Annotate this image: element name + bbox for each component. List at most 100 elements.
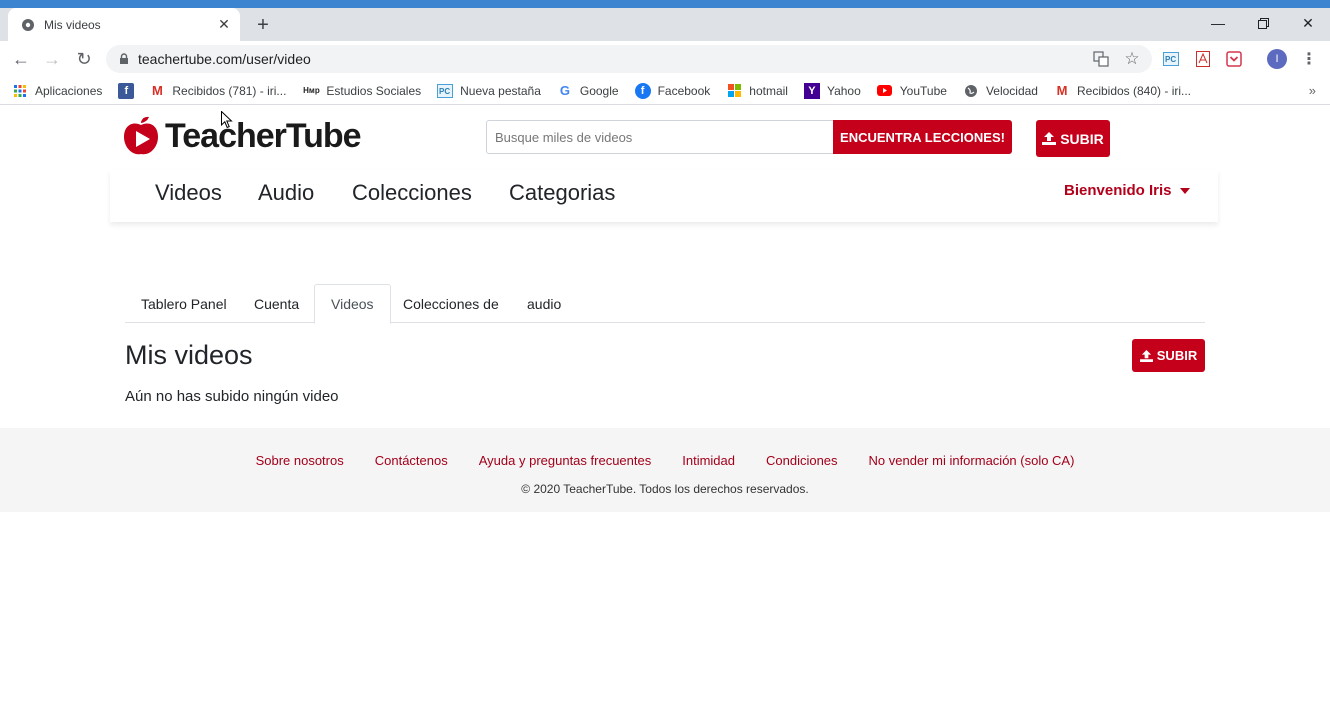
hmp-icon: Hмр [303, 86, 320, 95]
tab-tablero-panel[interactable]: Tablero Panel [125, 284, 243, 323]
empty-state-message: Aún no has subido ningún video [125, 388, 339, 405]
facebook-icon: f [118, 82, 135, 99]
address-bar[interactable]: teachertube.com/user/video [106, 45, 1152, 73]
pc-icon: PC [437, 83, 454, 99]
teachertube-logo[interactable]: TeacherTube [123, 116, 362, 156]
translate-icon[interactable] [1091, 49, 1111, 69]
footer-link-terms[interactable]: Condiciones [766, 453, 838, 468]
upload-label: SUBIR [1156, 348, 1198, 363]
bookmark-nueva-pestana[interactable]: PC Nueva pestaña [437, 83, 541, 99]
upload-label: SUBIR [1060, 130, 1104, 147]
bookmark-gmail-1[interactable]: M Recibidos (781) - iri... [149, 83, 286, 99]
footer-link-about[interactable]: Sobre nosotros [256, 453, 344, 468]
bookmark-label: Facebook [657, 83, 711, 98]
caret-down-icon [1179, 187, 1190, 194]
tab-title: Mis videos [44, 17, 101, 32]
nav-videos[interactable]: Videos [155, 180, 222, 206]
svg-text:PC: PC [439, 87, 450, 96]
bookmark-label: YouTube [899, 83, 947, 98]
upload-button[interactable]: SUBIR [1132, 339, 1205, 372]
footer: Sobre nosotros Contáctenos Ayuda y pregu… [0, 428, 1330, 512]
forward-arrow-icon[interactable]: → [39, 46, 65, 72]
bookmark-label: Yahoo [826, 83, 861, 98]
user-menu-dropdown[interactable]: Bienvenido Iris [1064, 182, 1190, 199]
bookmark-hotmail[interactable]: hotmail [726, 83, 788, 99]
page-title: Mis videos [125, 340, 253, 370]
globe-favicon-icon [20, 17, 36, 33]
main-navigation: Videos Audio Colecciones Categorias Bien… [110, 170, 1218, 222]
upload-button-header[interactable]: SUBIR [1036, 120, 1110, 157]
tab-cuenta[interactable]: Cuenta [238, 284, 315, 323]
windows-icon [726, 83, 742, 99]
tab-colecciones[interactable]: Colecciones de [387, 284, 515, 323]
bookmark-label: Aplicaciones [35, 83, 103, 98]
upload-icon [1139, 349, 1153, 362]
bookmark-apps[interactable]: Aplicaciones [12, 83, 102, 99]
lock-icon [120, 53, 128, 64]
bookmark-label: Nueva pestaña [460, 83, 541, 98]
new-tab-icon[interactable]: + [252, 14, 274, 36]
tab-close-icon[interactable]: ✕ [216, 16, 232, 33]
welcome-text: Bienvenido Iris [1064, 182, 1172, 199]
nav-categorias[interactable]: Categorias [509, 180, 615, 206]
footer-link-contact[interactable]: Contáctenos [375, 453, 448, 468]
page-content: TeacherTube ENCUENTRA LECCIONES! SUBIR V… [0, 106, 1330, 720]
bookmark-label: hotmail [749, 83, 788, 98]
back-arrow-icon[interactable]: ← [8, 46, 34, 72]
bookmark-yahoo[interactable]: Y Yahoo [803, 82, 861, 99]
account-tabs: Tablero Panel Cuenta Videos Colecciones … [125, 284, 1205, 324]
bookmark-star-icon[interactable]: ☆ [1122, 49, 1142, 69]
globe-icon [963, 83, 979, 99]
svg-text:PC: PC [1165, 55, 1176, 64]
tab-strip: Mis videos ✕ + — ✕ [0, 8, 1330, 41]
upload-icon [1042, 132, 1057, 145]
youtube-icon [877, 83, 893, 99]
logo-wordmark: TeacherTube [165, 117, 362, 155]
reload-icon[interactable]: ↻ [71, 46, 97, 72]
profile-avatar[interactable]: I [1267, 49, 1287, 69]
bookmark-velocidad[interactable]: Velocidad [963, 83, 1038, 99]
bookmark-facebook-short[interactable]: f [118, 82, 135, 99]
nav-audio[interactable]: Audio [258, 180, 314, 206]
tab-videos[interactable]: Videos [314, 284, 391, 324]
restore-icon[interactable] [1241, 8, 1285, 38]
close-window-icon[interactable]: ✕ [1286, 8, 1330, 38]
browser-tab[interactable]: Mis videos ✕ [8, 8, 240, 41]
bookmark-gmail-2[interactable]: M Recibidos (840) - iri... [1054, 83, 1191, 99]
bookmark-label: Estudios Sociales [326, 83, 422, 98]
yahoo-icon: Y [803, 82, 820, 99]
minimize-icon[interactable]: — [1196, 8, 1240, 38]
find-lessons-button[interactable]: ENCUENTRA LECCIONES! [833, 120, 1012, 154]
pdf-extension-icon[interactable] [1193, 49, 1213, 69]
profile-initial: I [1275, 53, 1279, 65]
nav-colecciones[interactable]: Colecciones [352, 180, 472, 206]
bookmark-google[interactable]: G Google [557, 83, 619, 99]
footer-link-help[interactable]: Ayuda y preguntas frecuentes [479, 453, 652, 468]
pocket-extension-icon[interactable] [1224, 49, 1244, 69]
more-bookmarks-icon[interactable]: » [1309, 83, 1316, 98]
bookmark-label: Google [579, 83, 619, 98]
apple-play-icon [124, 116, 158, 155]
footer-links: Sobre nosotros Contáctenos Ayuda y pregu… [0, 453, 1330, 468]
browser-toolbar: ← → ↻ teachertube.com/user/video ☆ PC I … [0, 41, 1330, 77]
bookmark-youtube[interactable]: YouTube [877, 83, 947, 99]
gmail-icon: M [151, 83, 163, 98]
window-top-border [0, 0, 1330, 8]
gmail-icon: M [1056, 83, 1068, 98]
google-icon: G [559, 83, 570, 98]
bookmark-estudios-sociales[interactable]: Hмр Estudios Sociales [302, 83, 421, 99]
facebook-icon: f [634, 82, 651, 99]
bookmark-label: Recibidos (781) - iri... [172, 83, 287, 98]
footer-link-do-not-sell[interactable]: No vender mi información (solo CA) [869, 453, 1075, 468]
bookmark-label: Velocidad [985, 83, 1038, 98]
url-text: teachertube.com/user/video [138, 51, 311, 67]
bookmark-label: Recibidos (840) - iri... [1076, 83, 1192, 98]
footer-link-privacy[interactable]: Intimidad [682, 453, 735, 468]
tab-audio[interactable]: audio [511, 284, 577, 323]
apps-grid-icon [12, 83, 28, 99]
bookmarks-bar: Aplicaciones f M Recibidos (781) - iri..… [0, 77, 1330, 105]
bookmark-facebook[interactable]: f Facebook [634, 82, 711, 99]
browser-menu-icon[interactable]: ⋮ [1299, 49, 1319, 69]
search-input[interactable] [486, 120, 834, 154]
pc-extension-icon[interactable]: PC [1161, 49, 1181, 69]
